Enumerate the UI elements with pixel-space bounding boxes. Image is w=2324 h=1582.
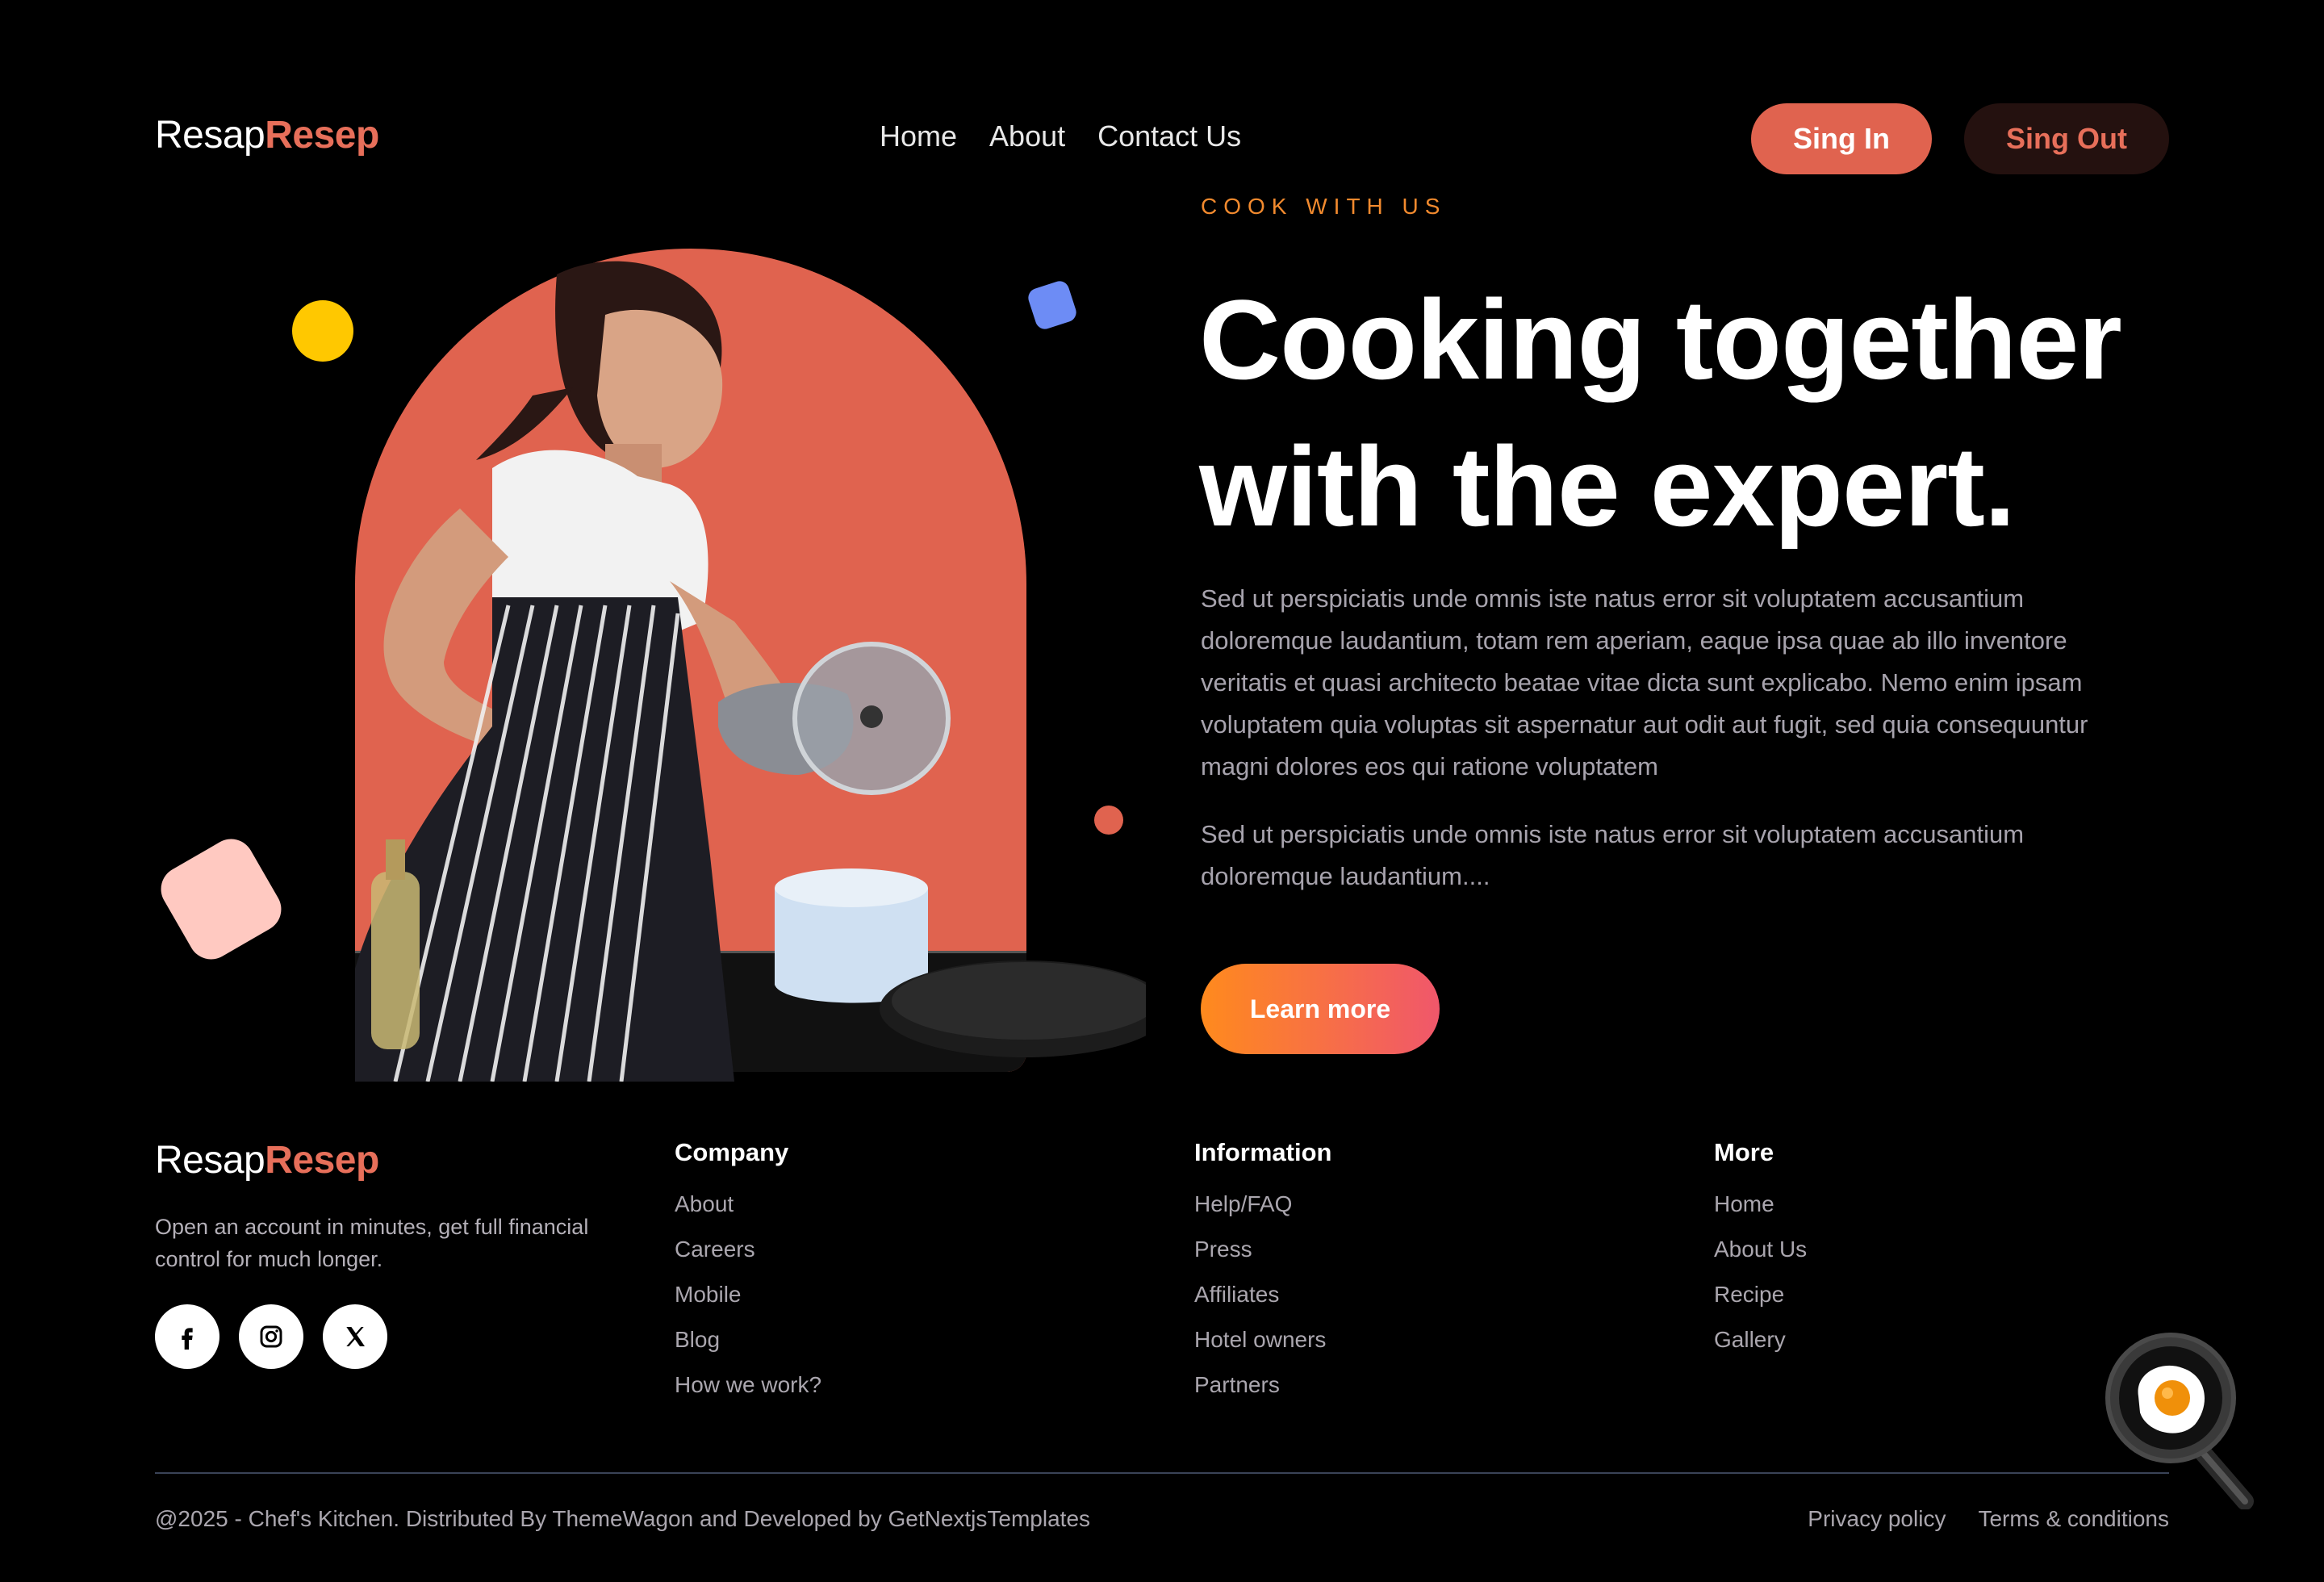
egg-magnifier-icon[interactable] xyxy=(2098,1332,2259,1509)
logo-text-accent: Resep xyxy=(265,114,379,157)
footer-column-title: More xyxy=(1714,1138,1774,1166)
instagram-icon xyxy=(260,1325,282,1348)
hero-image xyxy=(153,242,1146,1082)
terms-conditions-link[interactable]: Terms & conditions xyxy=(1978,1506,2169,1532)
footer-column-title: Company xyxy=(675,1138,789,1166)
footer-column-more: More Home About Us Recipe Gallery xyxy=(1714,1138,1807,1369)
footer-link-recipe[interactable]: Recipe xyxy=(1714,1279,1807,1324)
footer-link-how-we-work[interactable]: How we work? xyxy=(675,1369,821,1414)
x-icon xyxy=(346,1327,365,1346)
footer-logo[interactable]: ResapResep xyxy=(155,1138,379,1182)
legal-links: Privacy policy Terms & conditions xyxy=(1808,1506,2169,1532)
footer-link-careers[interactable]: Careers xyxy=(675,1233,821,1279)
footer-divider xyxy=(155,1472,2169,1474)
header-logo[interactable]: ResapResep xyxy=(155,113,379,157)
footer-link-hotel-owners[interactable]: Hotel owners xyxy=(1194,1324,1332,1369)
hero-headline-line2: with the expert. xyxy=(1199,423,2016,550)
instagram-link[interactable] xyxy=(239,1304,303,1369)
footer-link-mobile[interactable]: Mobile xyxy=(675,1279,821,1324)
facebook-link[interactable] xyxy=(155,1304,219,1369)
nav-contact-us[interactable]: Contact Us xyxy=(1097,119,1241,153)
footer-link-gallery[interactable]: Gallery xyxy=(1714,1324,1807,1369)
chef-woman-image xyxy=(355,261,1146,1082)
main-nav: Home About Contact Us xyxy=(880,119,1241,153)
footer-column-company: Company About Careers Mobile Blog How we… xyxy=(675,1138,821,1414)
hero-headline-line1: Cooking together xyxy=(1199,276,2122,403)
x-link[interactable] xyxy=(323,1304,387,1369)
logo-text-primary: Resap xyxy=(155,114,265,157)
facebook-icon xyxy=(182,1328,193,1350)
footer-link-blog[interactable]: Blog xyxy=(675,1324,821,1369)
footer-logo-text-accent: Resep xyxy=(265,1139,379,1182)
footer-link-home[interactable]: Home xyxy=(1714,1188,1807,1233)
hero-eyebrow: COOK WITH US xyxy=(1201,194,1447,219)
sign-in-button[interactable]: Sing In xyxy=(1751,103,1932,174)
footer-description: Open an account in minutes, get full fin… xyxy=(155,1215,589,1271)
nav-home[interactable]: Home xyxy=(880,119,957,153)
hero-headline: Cooking together with the expert. xyxy=(1199,266,2248,560)
privacy-policy-link[interactable]: Privacy policy xyxy=(1808,1506,1946,1532)
hero-paragraph-2: Sed ut perspiciatis unde omnis iste natu… xyxy=(1201,820,2025,890)
footer-link-affiliates[interactable]: Affiliates xyxy=(1194,1279,1332,1324)
footer-link-about-us[interactable]: About Us xyxy=(1714,1233,1807,1279)
footer-logo-text-primary: Resap xyxy=(155,1139,265,1182)
footer-column-information: Information Help/FAQ Press Affiliates Ho… xyxy=(1194,1138,1332,1414)
sign-out-button[interactable]: Sing Out xyxy=(1964,103,2169,174)
footer-column-title: Information xyxy=(1194,1138,1332,1166)
footer-link-press[interactable]: Press xyxy=(1194,1233,1332,1279)
footer-link-help-faq[interactable]: Help/FAQ xyxy=(1194,1188,1332,1233)
learn-more-button[interactable]: Learn more xyxy=(1201,964,1440,1054)
nav-about[interactable]: About xyxy=(989,119,1065,153)
footer-link-partners[interactable]: Partners xyxy=(1194,1369,1332,1414)
copyright-text: @2025 - Chef's Kitchen. Distributed By T… xyxy=(155,1506,1091,1531)
hero-paragraph-1: Sed ut perspiciatis unde omnis iste natu… xyxy=(1201,584,2088,781)
footer-link-about[interactable]: About xyxy=(675,1188,821,1233)
